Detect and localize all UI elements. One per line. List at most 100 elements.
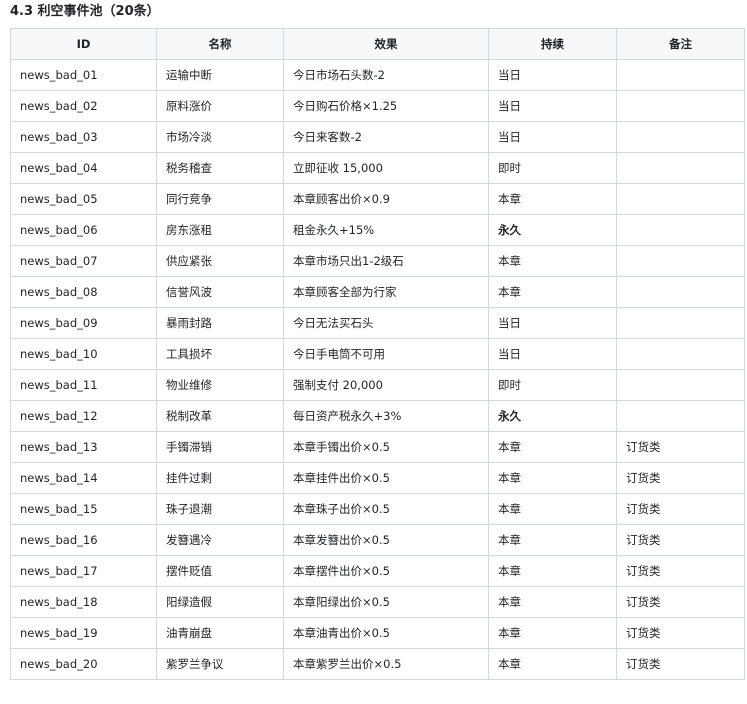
table-row: news_bad_08 信誉风波 本章顾客全部为行家 本章	[10, 276, 745, 308]
document-page: 4.3 利空事件池（20条） ID 名称 效果 持续 备注 news_bad_0…	[0, 0, 747, 704]
cell-duration: 本章	[488, 276, 617, 308]
cell-note: 订货类	[616, 617, 745, 649]
cell-name: 税务稽查	[156, 152, 284, 184]
table-row: news_bad_06 房东涨租 租金永久+15% 永久	[10, 214, 745, 246]
cell-name: 运输中断	[156, 59, 284, 91]
table-row: news_bad_17 摆件贬值 本章摆件出价×0.5 本章 订货类	[10, 555, 745, 587]
cell-note: 订货类	[616, 586, 745, 618]
cell-id: news_bad_18	[10, 586, 157, 618]
cell-effect: 今日手电筒不可用	[283, 338, 489, 370]
cell-name: 信誉风波	[156, 276, 284, 308]
cell-duration: 本章	[488, 555, 617, 587]
cell-note: 订货类	[616, 555, 745, 587]
cell-effect: 本章发簪出价×0.5	[283, 524, 489, 556]
cell-duration: 本章	[488, 245, 617, 277]
cell-duration: 当日	[488, 59, 617, 91]
cell-effect: 今日购石价格×1.25	[283, 90, 489, 122]
table-row: news_bad_12 税制改革 每日资产税永久+3% 永久	[10, 400, 745, 432]
header-duration: 持续	[488, 28, 617, 60]
cell-duration: 当日	[488, 338, 617, 370]
cell-effect: 今日市场石头数-2	[283, 59, 489, 91]
cell-name: 手镯滞销	[156, 431, 284, 463]
cell-note	[616, 59, 745, 91]
cell-duration: 本章	[488, 431, 617, 463]
cell-duration: 即时	[488, 152, 617, 184]
table-row: news_bad_05 同行竞争 本章顾客出价×0.9 本章	[10, 183, 745, 215]
cell-name: 挂件过剩	[156, 462, 284, 494]
cell-duration: 即时	[488, 369, 617, 401]
cell-id: news_bad_14	[10, 462, 157, 494]
header-effect: 效果	[283, 28, 489, 60]
cell-effect: 本章顾客全部为行家	[283, 276, 489, 308]
cell-duration: 当日	[488, 307, 617, 339]
header-name: 名称	[156, 28, 284, 60]
cell-duration: 本章	[488, 586, 617, 618]
cell-id: news_bad_04	[10, 152, 157, 184]
cell-duration: 本章	[488, 617, 617, 649]
table-row: news_bad_13 手镯滞销 本章手镯出价×0.5 本章 订货类	[10, 431, 745, 463]
cell-name: 发簪遇冷	[156, 524, 284, 556]
cell-duration: 当日	[488, 121, 617, 153]
cell-effect: 本章油青出价×0.5	[283, 617, 489, 649]
table-row: news_bad_11 物业维修 强制支付 20,000 即时	[10, 369, 745, 401]
table-row: news_bad_15 珠子退潮 本章珠子出价×0.5 本章 订货类	[10, 493, 745, 525]
cell-note: 订货类	[616, 493, 745, 525]
cell-duration: 本章	[488, 524, 617, 556]
table-row: news_bad_09 暴雨封路 今日无法买石头 当日	[10, 307, 745, 339]
cell-note	[616, 276, 745, 308]
cell-duration: 永久	[488, 214, 617, 246]
cell-id: news_bad_08	[10, 276, 157, 308]
cell-name: 油青崩盘	[156, 617, 284, 649]
cell-id: news_bad_15	[10, 493, 157, 525]
cell-note	[616, 121, 745, 153]
table-body: news_bad_01 运输中断 今日市场石头数-2 当日 news_bad_02 原料涨…	[10, 59, 745, 680]
cell-duration: 当日	[488, 90, 617, 122]
cell-id: news_bad_06	[10, 214, 157, 246]
cell-effect: 本章手镯出价×0.5	[283, 431, 489, 463]
cell-name: 珠子退潮	[156, 493, 284, 525]
cell-id: news_bad_20	[10, 648, 157, 680]
cell-id: news_bad_13	[10, 431, 157, 463]
table-row: news_bad_20 紫罗兰争议 本章紫罗兰出价×0.5 本章 订货类	[10, 648, 745, 680]
table-row: news_bad_10 工具损坏 今日手电筒不可用 当日	[10, 338, 745, 370]
table-row: news_bad_16 发簪遇冷 本章发簪出价×0.5 本章 订货类	[10, 524, 745, 556]
cell-effect: 今日来客数-2	[283, 121, 489, 153]
cell-name: 摆件贬值	[156, 555, 284, 587]
cell-id: news_bad_01	[10, 59, 157, 91]
cell-note: 订货类	[616, 648, 745, 680]
cell-name: 阳绿造假	[156, 586, 284, 618]
section-heading: 4.3 利空事件池（20条）	[10, 4, 160, 19]
cell-duration: 本章	[488, 183, 617, 215]
header-id: ID	[10, 28, 157, 60]
cell-note	[616, 245, 745, 277]
cell-id: news_bad_09	[10, 307, 157, 339]
cell-effect: 强制支付 20,000	[283, 369, 489, 401]
cell-effect: 立即征收 15,000	[283, 152, 489, 184]
cell-id: news_bad_17	[10, 555, 157, 587]
cell-name: 原料涨价	[156, 90, 284, 122]
cell-duration: 本章	[488, 493, 617, 525]
cell-id: news_bad_16	[10, 524, 157, 556]
cell-name: 供应紧张	[156, 245, 284, 277]
cell-effect: 本章阳绿出价×0.5	[283, 586, 489, 618]
cell-name: 房东涨租	[156, 214, 284, 246]
table-row: news_bad_19 油青崩盘 本章油青出价×0.5 本章 订货类	[10, 617, 745, 649]
cell-note	[616, 90, 745, 122]
cell-effect: 本章紫罗兰出价×0.5	[283, 648, 489, 680]
table-row: news_bad_03 市场冷淡 今日来客数-2 当日	[10, 121, 745, 153]
table-header-row: ID 名称 效果 持续 备注	[10, 28, 745, 60]
cell-note	[616, 183, 745, 215]
cell-id: news_bad_05	[10, 183, 157, 215]
table-row: news_bad_18 阳绿造假 本章阳绿出价×0.5 本章 订货类	[10, 586, 745, 618]
cell-duration: 永久	[488, 400, 617, 432]
cell-id: news_bad_10	[10, 338, 157, 370]
cell-note	[616, 214, 745, 246]
cell-name: 市场冷淡	[156, 121, 284, 153]
table-row: news_bad_02 原料涨价 今日购石价格×1.25 当日	[10, 90, 745, 122]
cell-effect: 今日无法买石头	[283, 307, 489, 339]
cell-duration: 本章	[488, 462, 617, 494]
cell-name: 物业维修	[156, 369, 284, 401]
cell-note: 订货类	[616, 431, 745, 463]
cell-id: news_bad_12	[10, 400, 157, 432]
cell-note	[616, 338, 745, 370]
